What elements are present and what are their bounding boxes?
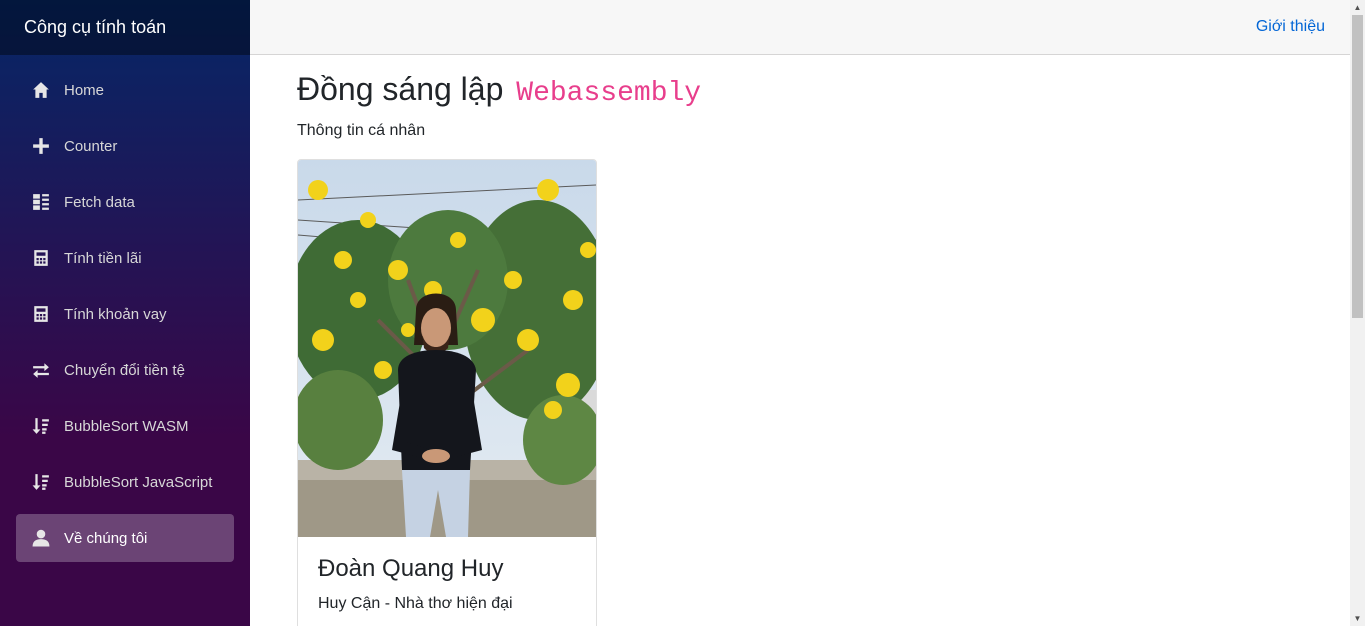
page-title-code: Webassembly [516,78,702,109]
vertical-scrollbar[interactable]: ▲ ▼ [1350,0,1365,626]
sidebar-item-home[interactable]: Home [16,66,234,114]
sidebar-item-bubblesort-wasm[interactable]: BubbleSort WASM [16,402,234,450]
brand-link[interactable]: Công cụ tính toán [24,17,166,38]
profile-card: Đoàn Quang Huy Huy Cận - Nhà thơ hiện đạ… [297,159,597,626]
brand-bar: Công cụ tính toán [0,0,250,55]
sidebar: Công cụ tính toán Home Counter Fetch dat… [0,0,250,626]
transfer-icon [32,361,50,379]
sort-icon [32,417,50,435]
sidebar-item-label: BubbleSort WASM [64,417,189,435]
card-body: Đoàn Quang Huy Huy Cận - Nhà thơ hiện đạ… [298,537,596,626]
calculator-icon [32,249,50,267]
about-link[interactable]: Giới thiệu [1256,18,1325,36]
scroll-down-arrow-icon[interactable]: ▼ [1350,611,1365,626]
sidebar-item-label: Tính khoản vay [64,305,167,323]
calculator-icon [32,305,50,323]
sidebar-item-label: Home [64,81,105,99]
sidebar-item-counter[interactable]: Counter [16,122,234,170]
scroll-up-arrow-icon[interactable]: ▲ [1350,0,1365,15]
sort-icon [32,473,50,491]
sidebar-item-label: Chuyển đổi tiền tệ [64,361,185,379]
page-title: Đồng sáng lập Webassembly [297,70,701,111]
person-icon [32,529,50,547]
page-title-text: Đồng sáng lập [297,71,504,107]
scroll-thumb[interactable] [1352,15,1363,318]
plus-icon [32,137,50,155]
sidebar-item-label: BubbleSort JavaScript [64,473,213,491]
profile-photo [298,160,596,537]
card-title: Đoàn Quang Huy [318,555,504,582]
list-icon [32,193,50,211]
nav-menu: Home Counter Fetch data Tính tiền lãi Tí… [0,55,250,562]
sidebar-item-label: Counter [64,137,118,155]
sidebar-item-label: Về chúng tôi [64,529,148,547]
sidebar-item-label: Tính tiền lãi [64,249,142,267]
top-row: Giới thiệu [250,0,1350,55]
sidebar-item-about-us[interactable]: Về chúng tôi [16,514,234,562]
sidebar-item-bubblesort-js[interactable]: BubbleSort JavaScript [16,458,234,506]
sidebar-item-label: Fetch data [64,193,135,211]
card-text: Huy Cận - Nhà thơ hiện đại [318,595,513,612]
sidebar-item-interest[interactable]: Tính tiền lãi [16,234,234,282]
page-subtitle: Thông tin cá nhân [297,121,426,139]
home-icon [32,81,50,99]
sidebar-item-currency[interactable]: Chuyển đổi tiền tệ [16,346,234,394]
main-content: Đồng sáng lập Webassembly Thông tin cá n… [297,70,701,140]
sidebar-item-loan[interactable]: Tính khoản vay [16,290,234,338]
sidebar-item-fetch-data[interactable]: Fetch data [16,178,234,226]
